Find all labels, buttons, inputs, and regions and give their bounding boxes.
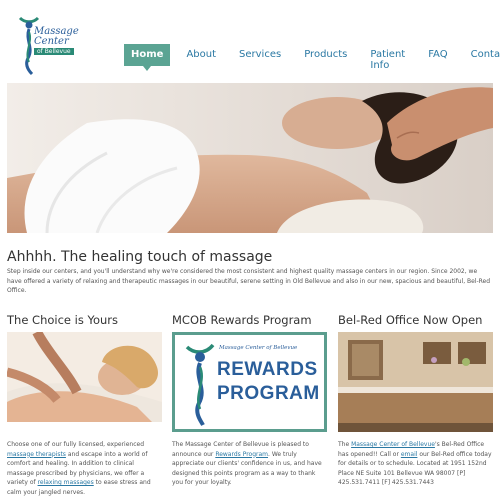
nav-products[interactable]: Products	[297, 44, 354, 66]
nav-faq[interactable]: FAQ	[421, 44, 454, 66]
column-title: The Choice is Yours	[7, 313, 119, 327]
rewards-program-link[interactable]: Rewards Program	[215, 451, 268, 458]
rewards-banner[interactable]: Massage Center of Bellevue REWARDS PROGR…	[172, 332, 327, 432]
nav-home[interactable]: Home	[124, 44, 171, 71]
nav-about[interactable]: About	[179, 44, 223, 66]
logo-figure-icon	[185, 343, 215, 426]
massage-photo	[7, 332, 162, 432]
office-photo	[338, 332, 493, 432]
relaxing-massages-link[interactable]: relaxing massages	[38, 479, 94, 486]
email-link[interactable]: email	[401, 451, 418, 458]
intro-heading: Ahhhh. The healing touch of massage	[7, 249, 273, 265]
nav-services[interactable]: Services	[232, 44, 288, 66]
massage-center-link[interactable]: Massage Center of Bellevue	[351, 441, 435, 448]
logo-subtitle: of Bellevue	[34, 48, 74, 55]
nav-contact[interactable]: Contact	[464, 44, 500, 66]
hero-image	[7, 83, 493, 233]
text-segment: Choose one of our fully licensed, experi…	[7, 441, 145, 448]
nav-patient-info[interactable]: Patient Info	[363, 44, 412, 71]
massage-therapists-link[interactable]: massage therapists	[7, 451, 66, 458]
logo-text-line2: Center	[34, 36, 69, 47]
rewards-org-name: Massage Center of Bellevue	[219, 345, 298, 351]
column-title: Bel-Red Office Now Open	[338, 313, 483, 327]
column-belred: Bel-Red Office Now Open The Massage Cent…	[338, 313, 493, 488]
column-rewards: MCOB Rewards Program Massage Center of B…	[172, 313, 327, 488]
column-text: The Massage Center of Bellevue is please…	[172, 440, 327, 488]
text-segment: The	[338, 441, 352, 448]
column-title: MCOB Rewards Program	[172, 313, 312, 327]
intro-paragraph: Step inside our centers, and you'll unde…	[7, 268, 491, 294]
main-nav: Home About Services Products Patient Inf…	[124, 44, 500, 71]
column-text: The Massage Center of Bellevue's Bel-Red…	[338, 440, 493, 488]
rewards-word2: PROGRAM	[217, 383, 320, 404]
column-text: Choose one of our fully licensed, experi…	[7, 440, 162, 497]
rewards-word1: REWARDS	[217, 359, 318, 380]
column-choice: The Choice is Yours Choose one of our fu…	[7, 313, 162, 497]
